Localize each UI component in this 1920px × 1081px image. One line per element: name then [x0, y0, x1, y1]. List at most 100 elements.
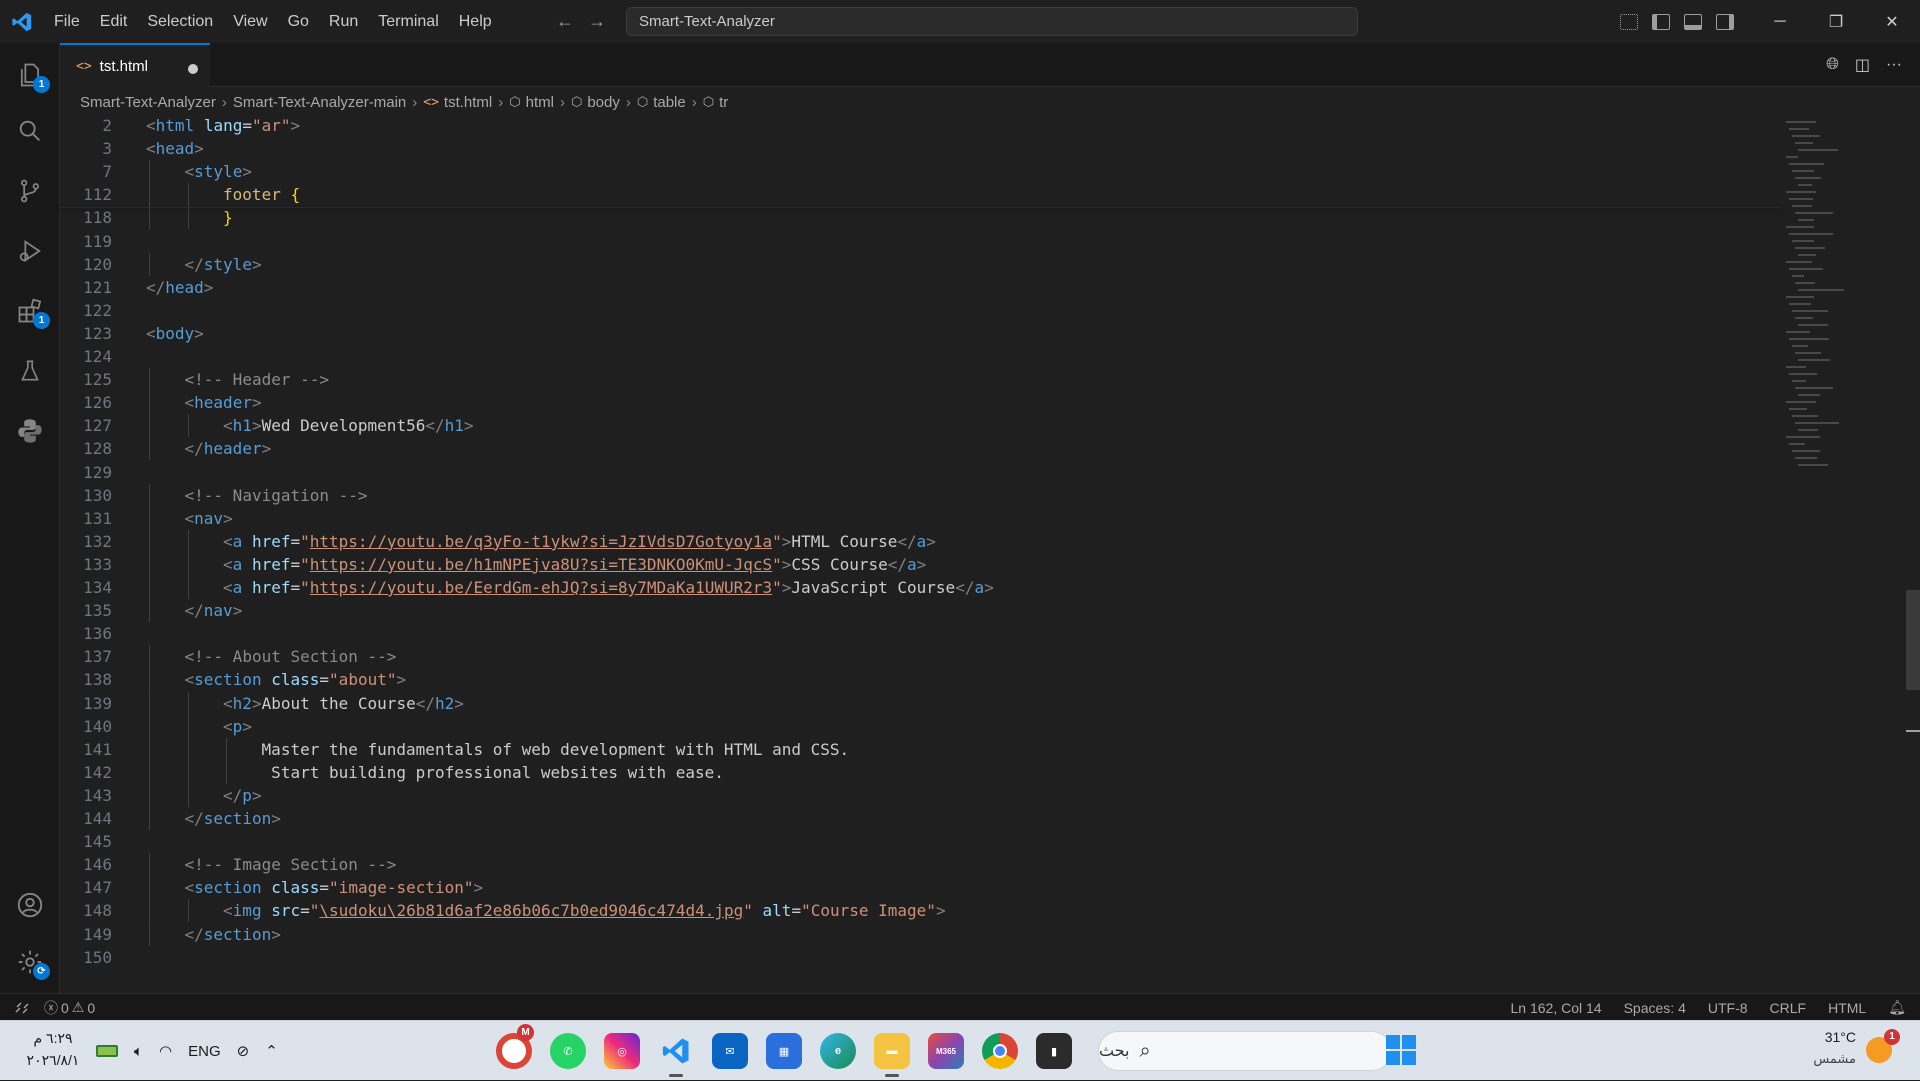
- close-icon[interactable]: ✕: [1864, 0, 1920, 43]
- minimap[interactable]: [1780, 117, 1900, 993]
- code-line[interactable]: 138 <section class="about">: [60, 668, 1780, 691]
- forward-arrow-icon[interactable]: →: [588, 11, 606, 32]
- code-line[interactable]: 118}: [60, 206, 1780, 229]
- menu-go[interactable]: Go: [278, 0, 319, 43]
- source-control-icon[interactable]: [0, 165, 60, 217]
- code-line[interactable]: 140 <p>: [60, 715, 1780, 738]
- menu-file[interactable]: File: [44, 0, 90, 43]
- breadcrumb-file[interactable]: tst.html: [444, 94, 492, 111]
- breadcrumb-folder[interactable]: Smart-Text-Analyzer-main: [233, 94, 406, 111]
- open-preview-globe-icon[interactable]: 🌐︎: [1826, 56, 1839, 74]
- code-line[interactable]: 112 footer {: [60, 183, 1780, 206]
- file-explorer-icon[interactable]: ▬: [874, 1033, 910, 1077]
- code-line[interactable]: 135 </nav>: [60, 599, 1780, 622]
- more-actions-icon[interactable]: ···: [1886, 56, 1902, 74]
- breadcrumb-symbol[interactable]: html: [526, 94, 554, 111]
- menu-view[interactable]: View: [223, 0, 277, 43]
- terminal-icon[interactable]: ▮: [1036, 1033, 1072, 1069]
- show-hidden-icons-chevron-icon[interactable]: ⌃: [265, 1042, 278, 1060]
- volume-icon[interactable]: 🔈︎: [134, 1043, 143, 1060]
- code-line[interactable]: 144 </section>: [60, 807, 1780, 830]
- tab-tst-html[interactable]: <> tst.html: [60, 43, 210, 87]
- menu-help[interactable]: Help: [449, 0, 502, 43]
- instagram-icon[interactable]: ◎: [604, 1033, 640, 1069]
- battery-icon[interactable]: [96, 1045, 118, 1057]
- wifi-icon[interactable]: ◠: [159, 1042, 172, 1060]
- toggle-primary-sidebar-icon[interactable]: [1652, 13, 1670, 30]
- whatsapp-icon[interactable]: ✆: [550, 1033, 586, 1069]
- code-line[interactable]: 132 <a href="https://youtu.be/q3yFo-t1ykw…: [60, 530, 1780, 553]
- code-line[interactable]: 150: [60, 946, 1780, 969]
- menu-selection[interactable]: Selection: [137, 0, 223, 43]
- code-line[interactable]: 145: [60, 830, 1780, 853]
- language-mode[interactable]: HTML: [1828, 1000, 1866, 1016]
- restore-icon[interactable]: ❐: [1808, 0, 1864, 43]
- code-line[interactable]: 131 <nav>: [60, 507, 1780, 530]
- breadcrumb-symbol[interactable]: tr: [719, 94, 728, 111]
- python-icon[interactable]: [0, 405, 60, 457]
- indentation[interactable]: Spaces: 4: [1624, 1000, 1686, 1016]
- code-line[interactable]: 137 <!-- About Section -->: [60, 645, 1780, 668]
- taskbar-clock[interactable]: ٦:٢٩ م ٢٠٢٦/٨/١: [20, 1027, 86, 1071]
- manage-gear-icon[interactable]: ⟳: [0, 936, 60, 988]
- code-line[interactable]: 136: [60, 622, 1780, 645]
- extensions-icon[interactable]: 1: [0, 285, 60, 337]
- code-editor[interactable]: 2 <html lang="ar"> 3 <head> 7 <style> 112 foote…: [60, 114, 1780, 993]
- remote-indicator-icon[interactable]: [0, 994, 44, 1021]
- toggle-panel-icon[interactable]: [1684, 13, 1702, 30]
- code-line[interactable]: 125 <!-- Header -->: [60, 368, 1780, 391]
- code-line[interactable]: 129: [60, 461, 1780, 484]
- run-debug-icon[interactable]: [0, 225, 60, 277]
- code-line[interactable]: 134 <a href="https://youtu.be/EerdGm-ehJQ…: [60, 576, 1780, 599]
- code-line[interactable]: 130 <!-- Navigation -->: [60, 484, 1780, 507]
- back-arrow-icon[interactable]: ←: [556, 11, 574, 32]
- code-line[interactable]: 128 </header>: [60, 437, 1780, 460]
- testing-flask-icon[interactable]: [0, 345, 60, 397]
- code-line[interactable]: 2 <html lang="ar">: [60, 114, 1780, 137]
- edge-icon[interactable]: e: [820, 1033, 856, 1069]
- code-line[interactable]: 124: [60, 345, 1780, 368]
- code-line[interactable]: 142 Start building professional websites…: [60, 761, 1780, 784]
- code-line[interactable]: 146 <!-- Image Section -->: [60, 853, 1780, 876]
- breadcrumb-folder[interactable]: Smart-Text-Analyzer: [80, 94, 216, 111]
- encoding[interactable]: UTF-8: [1708, 1000, 1748, 1016]
- code-line[interactable]: 121 </head>: [60, 276, 1780, 299]
- code-line[interactable]: 147 <section class="image-section">: [60, 876, 1780, 899]
- code-line[interactable]: 122: [60, 299, 1780, 322]
- split-editor-icon[interactable]: ◫: [1855, 55, 1870, 75]
- chrome-icon[interactable]: [982, 1033, 1018, 1069]
- cursor-position[interactable]: Ln 162, Col 14: [1511, 1000, 1602, 1016]
- code-line[interactable]: 148 <img src="\sudoku\26b81d6af2e86b06c7b…: [60, 899, 1780, 922]
- problems-indicator[interactable]: ⓧ 0 ⚠︎ 0: [44, 998, 95, 1018]
- menu-edit[interactable]: Edit: [90, 0, 138, 43]
- customize-layout-icon[interactable]: [1620, 13, 1638, 30]
- weather-widget[interactable]: 31°C مشمس 1: [1786, 1027, 1906, 1075]
- code-line[interactable]: 123 <body>: [60, 322, 1780, 345]
- outlook-icon[interactable]: ✉: [712, 1033, 748, 1069]
- chrome-profile-icon[interactable]: M: [496, 1024, 534, 1069]
- microsoft-store-icon[interactable]: ▦: [766, 1033, 802, 1069]
- vscode-taskbar-icon[interactable]: [658, 1033, 694, 1077]
- toggle-secondary-sidebar-icon[interactable]: [1716, 13, 1734, 30]
- command-center[interactable]: Smart-Text-Analyzer: [626, 7, 1358, 36]
- input-language[interactable]: ENG: [188, 1043, 221, 1060]
- code-line[interactable]: 3 <head>: [60, 137, 1780, 160]
- code-line[interactable]: 141 Master the fundamentals of web develo…: [60, 738, 1780, 761]
- breadcrumb-symbol[interactable]: table: [653, 94, 686, 111]
- code-line[interactable]: 119: [60, 230, 1780, 253]
- code-line[interactable]: 120 </style>: [60, 253, 1780, 276]
- code-line[interactable]: 143 </p>: [60, 784, 1780, 807]
- taskbar-search-box[interactable]: ⌕ بحث: [1098, 1031, 1392, 1071]
- code-line[interactable]: 139 <h2>About the Course</h2>: [60, 692, 1780, 715]
- code-line[interactable]: 149 </section>: [60, 923, 1780, 946]
- end-of-line[interactable]: CRLF: [1770, 1000, 1807, 1016]
- breadcrumb-symbol[interactable]: body: [587, 94, 620, 111]
- unsaved-dot-icon[interactable]: [188, 64, 198, 74]
- menu-run[interactable]: Run: [319, 0, 368, 43]
- vscode-logo-icon[interactable]: [0, 0, 44, 43]
- explorer-icon[interactable]: 1: [0, 49, 60, 101]
- accounts-icon[interactable]: [0, 879, 60, 931]
- minimize-icon[interactable]: ─: [1752, 0, 1808, 43]
- code-line[interactable]: 7 <style>: [60, 160, 1780, 183]
- scrollbar-thumb[interactable]: [1906, 590, 1920, 690]
